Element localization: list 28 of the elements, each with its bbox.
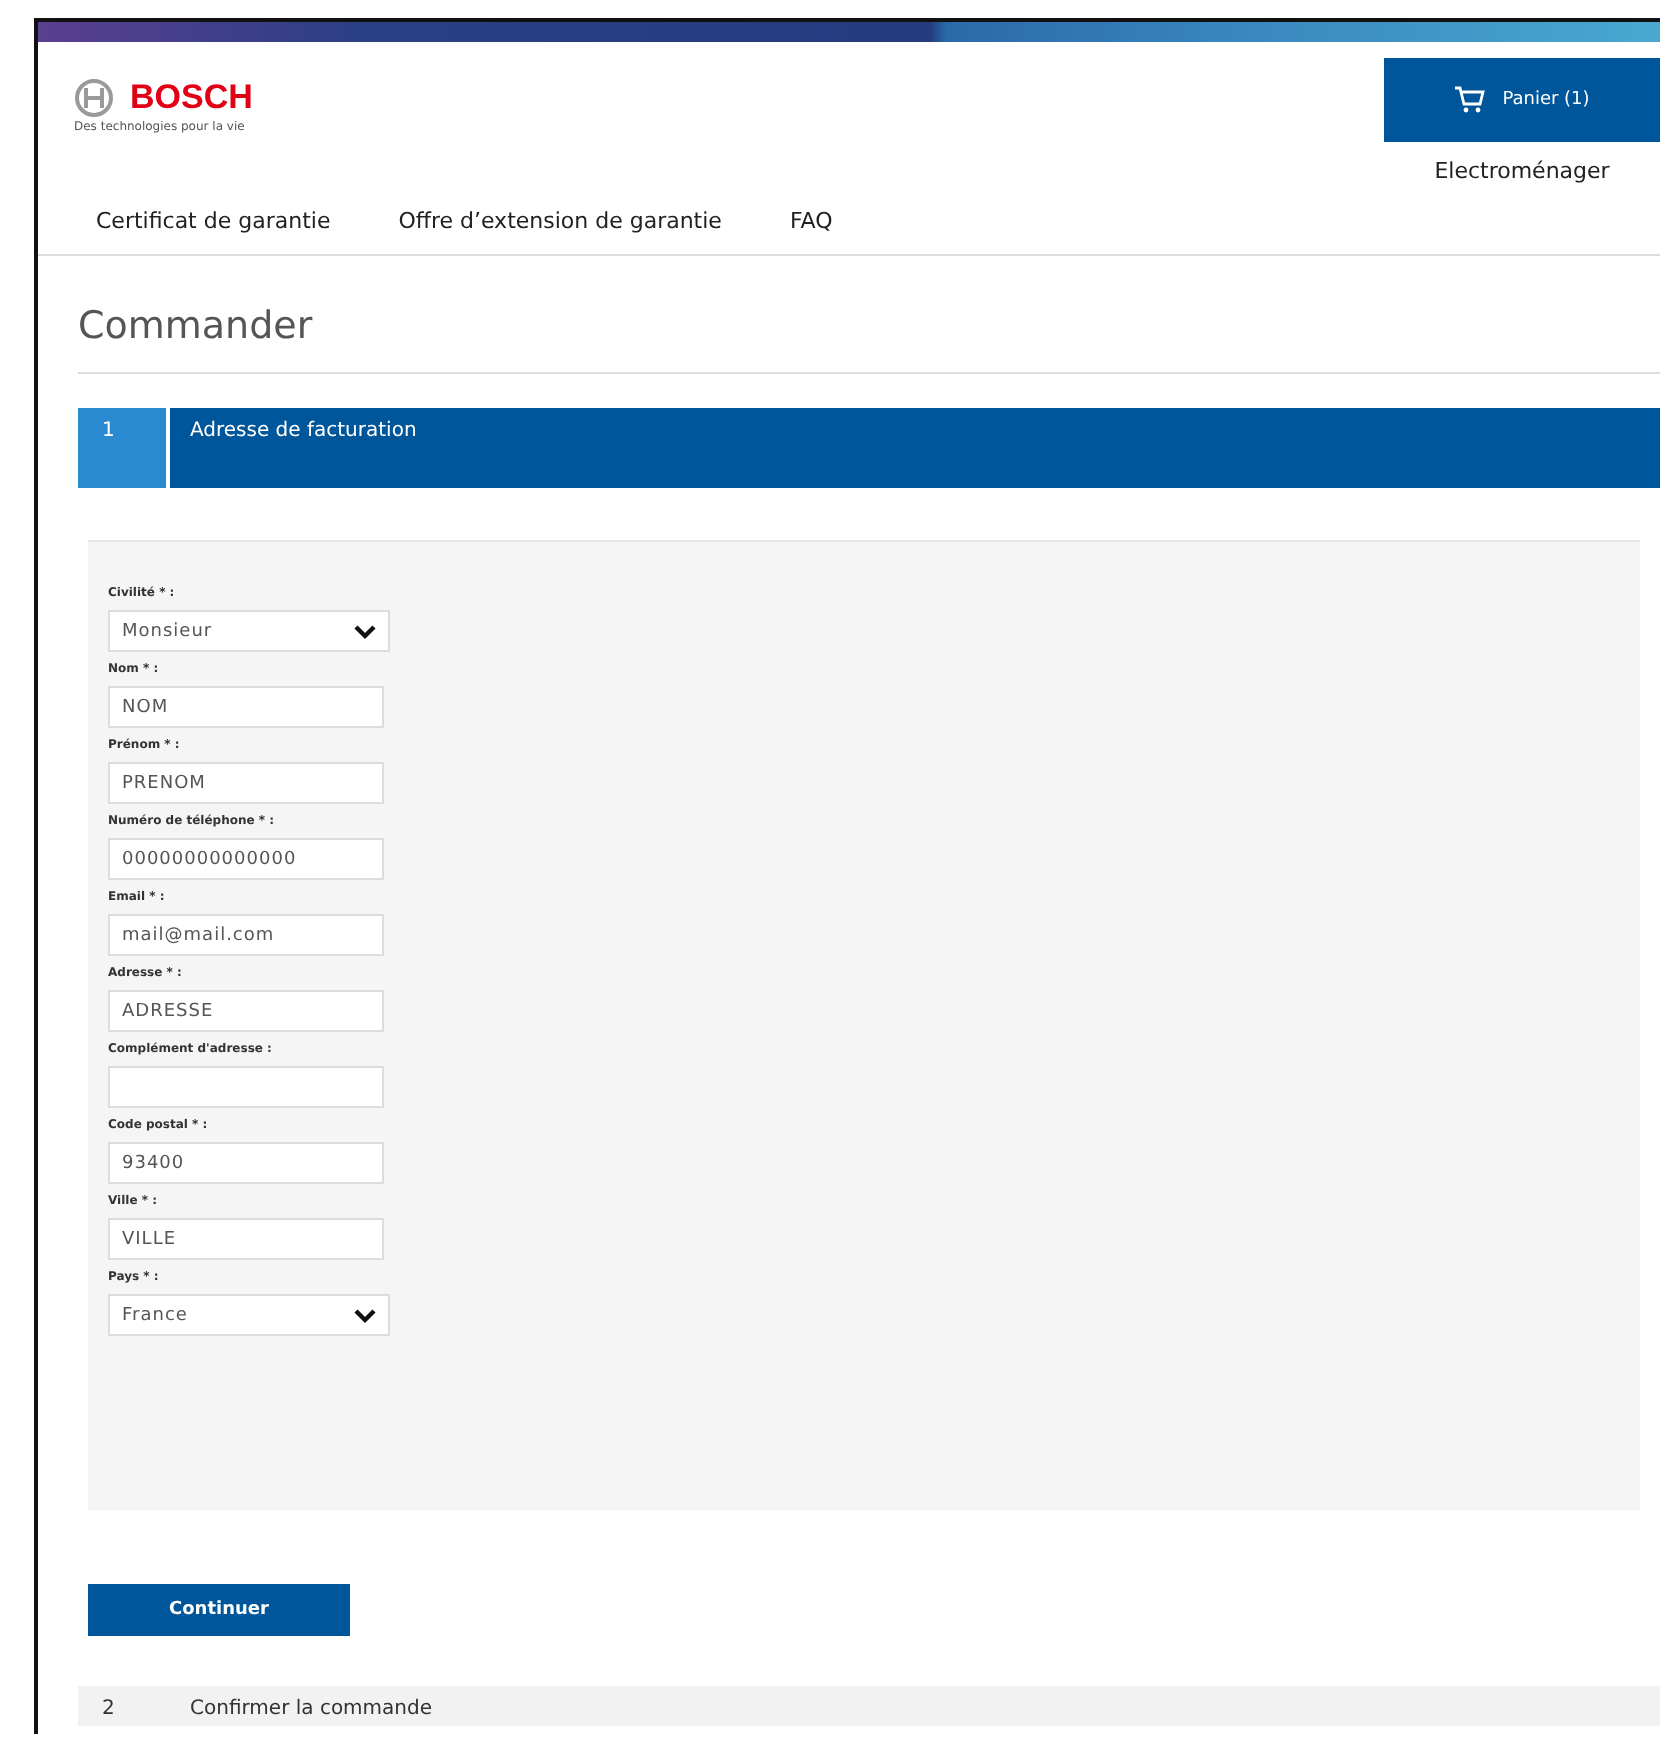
- logo-icon: [74, 78, 114, 118]
- nav-link[interactable]: FAQ: [789, 208, 833, 234]
- nav-link[interactable]: Offre d’extension de garantie: [398, 208, 722, 234]
- chevron-down-icon: [354, 1307, 376, 1323]
- nav-link[interactable]: Certificat de garantie: [96, 208, 331, 234]
- continue-button[interactable]: Continuer: [88, 1584, 350, 1636]
- brand-name: BOSCH: [130, 78, 253, 118]
- cart-icon: [1454, 86, 1487, 114]
- input-field[interactable]: ADRESSE: [108, 990, 384, 1032]
- input-field[interactable]: [108, 1066, 384, 1108]
- step-number: 2: [100, 1696, 117, 1724]
- input-field[interactable]: 00000000000000: [108, 838, 384, 880]
- chevron-down-icon: [354, 623, 376, 639]
- input-field[interactable]: NOM: [108, 686, 384, 728]
- step-number: 1: [78, 408, 170, 488]
- step-label: Adresse de facturation: [188, 418, 417, 446]
- category-link[interactable]: Electroménager: [1434, 158, 1610, 184]
- select-field[interactable]: France: [108, 1294, 390, 1336]
- cart-button[interactable]: Panier (1): [1384, 58, 1660, 142]
- page-title: Commander: [78, 256, 1660, 374]
- input-field[interactable]: VILLE: [108, 1218, 384, 1260]
- input-field[interactable]: 93400: [108, 1142, 384, 1184]
- step-header[interactable]: 2 Confirmer la commande: [78, 1686, 1660, 1726]
- select-field[interactable]: Monsieur: [108, 610, 390, 652]
- step-header[interactable]: 1 Adresse de facturation: [78, 408, 1660, 488]
- input-field[interactable]: mail@mail.com: [108, 914, 384, 956]
- input-field[interactable]: PRENOM: [108, 762, 384, 804]
- step-label: Confirmer la commande: [188, 1696, 433, 1724]
